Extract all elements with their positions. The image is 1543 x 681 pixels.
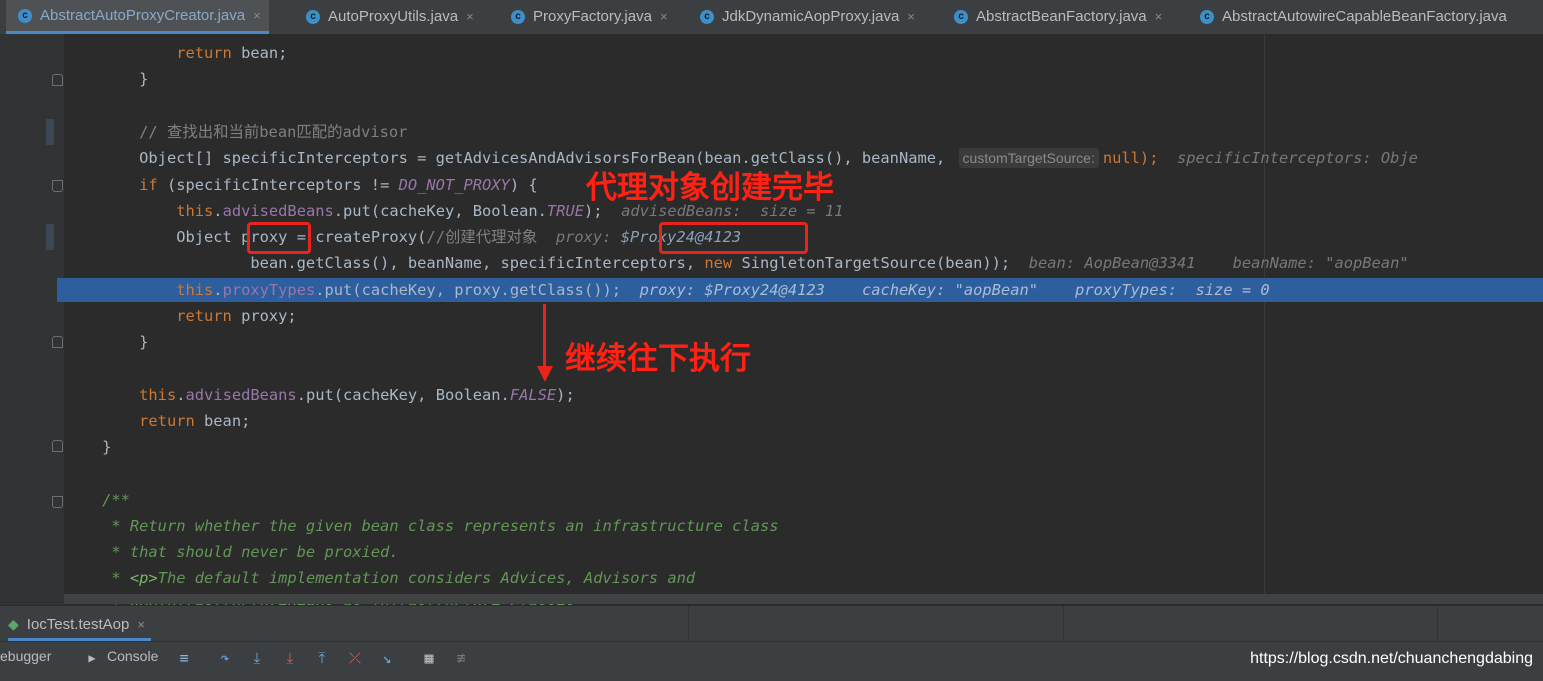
code-editor[interactable]: return bean; } // 查找出和当前bean匹配的advisor O… xyxy=(0,34,1543,605)
tab-abstract-bean-factory[interactable]: c AbstractBeanFactory.java × xyxy=(954,0,1162,33)
inline-debug-value: proxy: $Proxy24@4123 cacheKey: "aopBean"… xyxy=(639,281,1270,299)
annotation-proxy-created: 代理对象创建完毕 xyxy=(586,170,834,206)
class-file-icon: c xyxy=(954,9,968,24)
code-line: return bean; xyxy=(176,44,288,62)
proxy-value-highlight-box xyxy=(659,222,808,254)
gutter-marker xyxy=(46,224,54,250)
code-line: // 查找出和当前bean匹配的advisor xyxy=(139,123,408,141)
close-icon[interactable]: × xyxy=(660,9,668,24)
tab-label: ProxyFactory.java xyxy=(533,8,652,25)
class-file-icon: c xyxy=(306,9,320,24)
tab-abstract-auto-proxy-creator[interactable]: c AbstractAutoProxyCreator.java × xyxy=(6,0,269,34)
console-tab[interactable]: Console xyxy=(107,648,158,664)
tab-label: JdkDynamicAopProxy.java xyxy=(722,8,900,25)
class-file-icon: c xyxy=(511,9,525,24)
menu-lines-icon[interactable]: ≡ xyxy=(174,648,194,668)
tab-proxy-factory[interactable]: c ProxyFactory.java × xyxy=(511,0,668,33)
proxy-highlight-box xyxy=(247,222,311,254)
down-arrow-icon xyxy=(543,304,546,370)
tab-label: AbstractBeanFactory.java xyxy=(976,8,1147,25)
code-line: if (specificInterceptors != DO_NOT_PROXY… xyxy=(139,176,538,194)
close-icon[interactable]: × xyxy=(907,9,915,24)
fold-marker-icon[interactable] xyxy=(52,440,63,452)
down-arrow-head-icon xyxy=(537,366,553,382)
tab-label: AbstractAutowireCapableBeanFactory.java xyxy=(1222,8,1507,25)
close-icon[interactable]: × xyxy=(1155,9,1163,24)
panel-divider xyxy=(1063,606,1064,640)
code-line: } xyxy=(139,70,149,88)
editor-gutter[interactable] xyxy=(0,34,64,605)
right-margin-guide xyxy=(1264,34,1265,605)
step-out-icon[interactable]: ⤒ xyxy=(312,648,332,668)
annotation-continue-execution: 继续往下执行 xyxy=(565,341,751,377)
code-line: * Return whether the given bean class re… xyxy=(102,517,779,535)
fold-marker-icon[interactable] xyxy=(52,74,63,86)
watermark-url: https://blog.csdn.net/chuanchengdabing xyxy=(1250,650,1533,667)
gutter-marker xyxy=(46,119,54,145)
debug-session-label: IocTest.testAop xyxy=(26,615,130,633)
panel-divider xyxy=(1437,606,1438,640)
tab-jdk-dynamic-aop-proxy[interactable]: c JdkDynamicAopProxy.java × xyxy=(700,0,915,33)
tab-label: AbstractAutoProxyCreator.java xyxy=(40,7,246,24)
inline-debug-value: bean: AopBean@3341 beanName: "aopBean" xyxy=(1028,254,1409,272)
fold-marker-icon[interactable] xyxy=(52,336,63,348)
debug-run-icon: ◆ xyxy=(8,615,19,632)
drop-frame-icon[interactable]: ⤫ xyxy=(345,648,365,668)
close-icon[interactable]: × xyxy=(253,8,261,23)
parameter-hint: customTargetSource: xyxy=(958,148,1099,168)
class-file-icon: c xyxy=(700,9,714,24)
force-step-into-icon[interactable]: ⤓ xyxy=(280,648,300,668)
step-over-icon[interactable]: ↷ xyxy=(215,648,235,668)
code-line: /** xyxy=(102,491,130,509)
class-file-icon: c xyxy=(18,8,32,23)
class-file-icon: c xyxy=(1200,9,1214,24)
debug-session-tab[interactable]: ◆ IocTest.testAop × xyxy=(8,610,151,641)
debugger-tab[interactable]: ebugger xyxy=(0,648,51,664)
code-line: Object proxy = createProxy(//创建代理对象 prox… xyxy=(176,228,742,246)
code-line: this.proxyTypes.put(cacheKey, proxy.getC… xyxy=(176,281,1270,299)
fold-marker-icon[interactable] xyxy=(52,496,63,508)
step-into-icon[interactable]: ⤓ xyxy=(247,648,267,668)
code-line: } xyxy=(139,333,149,351)
tab-abstract-autowire-capable-bean-factory[interactable]: c AbstractAutowireCapableBeanFactory.jav… xyxy=(1200,0,1507,33)
panel-divider xyxy=(688,606,689,640)
trace-stream-icon[interactable]: ≢ xyxy=(451,648,471,668)
editor-tab-bar: c AbstractAutoProxyCreator.java × c Auto… xyxy=(0,0,1543,35)
inline-debug-value: specificInterceptors: Obje xyxy=(1177,149,1418,167)
code-line: return proxy; xyxy=(176,307,297,325)
fold-marker-icon[interactable] xyxy=(52,180,63,192)
code-line: } xyxy=(102,438,112,456)
run-to-cursor-icon[interactable]: ↘ xyxy=(377,648,397,668)
close-icon[interactable]: × xyxy=(137,617,145,632)
inline-debug-label: proxy: xyxy=(555,228,621,246)
code-line: * <p>The default implementation consider… xyxy=(102,569,696,587)
code-line: this.advisedBeans.put(cacheKey, Boolean.… xyxy=(139,386,575,404)
close-icon[interactable]: × xyxy=(466,9,474,24)
evaluate-expression-icon[interactable]: ▦ xyxy=(419,648,439,668)
console-icon: ▶ xyxy=(88,651,96,665)
code-line: * that should never be proxied. xyxy=(102,543,399,561)
debug-panel-header xyxy=(0,605,1543,642)
code-line: return bean; xyxy=(139,412,251,430)
tab-label: AutoProxyUtils.java xyxy=(328,8,459,25)
horizontal-scrollbar[interactable] xyxy=(64,594,1543,604)
tab-auto-proxy-utils[interactable]: c AutoProxyUtils.java × xyxy=(306,0,474,33)
